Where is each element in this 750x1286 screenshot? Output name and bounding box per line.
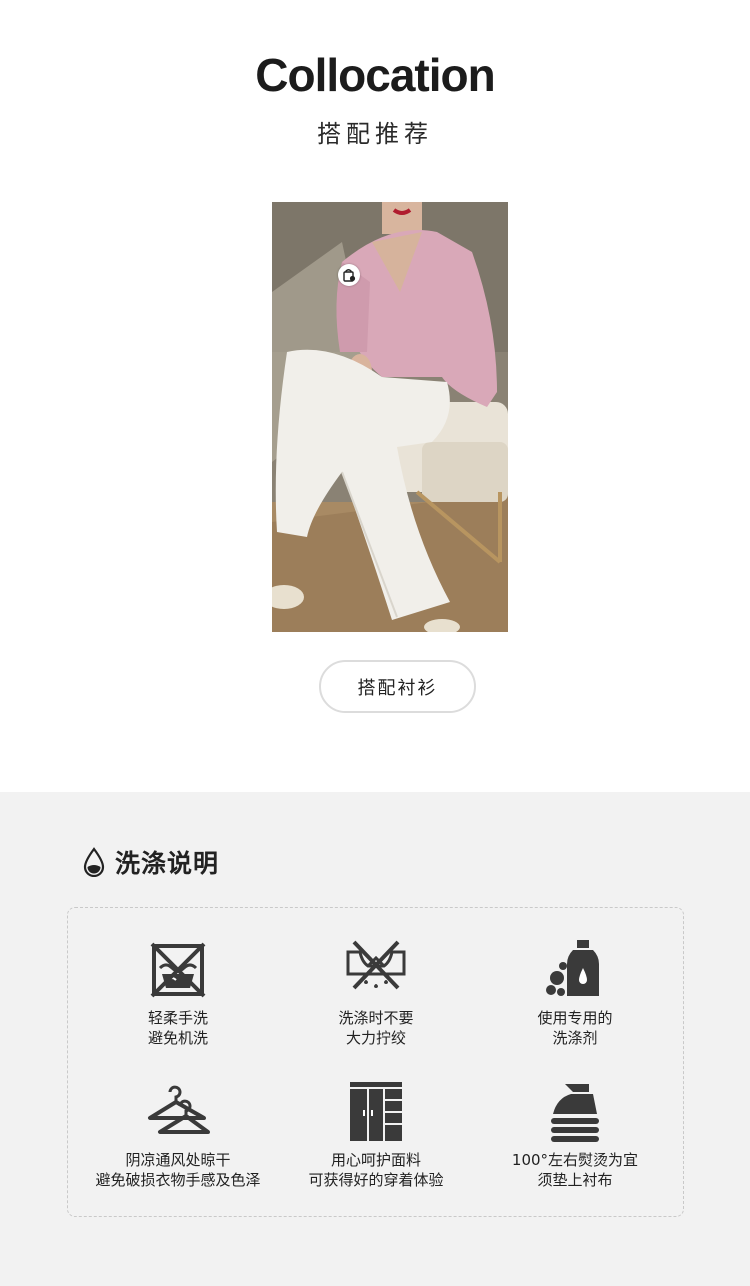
wash-instructions-section: 洗涤说明 轻柔手洗 避免机洗 洗涤时不要 大力拧绞 使用专用的 洗涤剂 阴凉通风… [0, 792, 750, 1286]
match-shirt-button[interactable]: 搭配衬衫 [319, 660, 476, 713]
wash-item-care: 用心呵护面料 可获得好的穿着体验 [276, 1080, 476, 1190]
wash-item-iron: 100°左右熨烫为宜 须垫上衬布 [475, 1080, 675, 1190]
wash-item-line1: 轻柔手洗 [147, 1009, 208, 1027]
water-drop-icon [83, 847, 105, 877]
wash-item-line2: 大力拧绞 [345, 1029, 406, 1047]
wash-card: 轻柔手洗 避免机洗 洗涤时不要 大力拧绞 使用专用的 洗涤剂 阴凉通风处晾干 避… [67, 907, 684, 1217]
wash-item-hand-wash: 轻柔手洗 避免机洗 [78, 938, 278, 1048]
wash-header: 洗涤说明 [82, 844, 219, 880]
detergent-icon [546, 940, 599, 996]
hand-wash-icon [150, 942, 206, 998]
wash-item-line1: 用心呵护面料 [330, 1151, 421, 1169]
collocation-section: Collocation 搭配推荐 搭配衬衫 [0, 0, 750, 792]
wash-item-line2: 须垫上衬布 [537, 1171, 613, 1189]
wash-title: 洗涤说明 [115, 849, 220, 878]
wash-item-line1: 阴凉通风处晾干 [125, 1151, 231, 1169]
shopping-bag-icon[interactable] [338, 264, 360, 286]
hanger-icon [148, 1085, 210, 1134]
wardrobe-icon [350, 1082, 402, 1141]
wash-item-line1: 洗涤时不要 [338, 1009, 414, 1027]
no-wring-icon [346, 940, 406, 990]
wash-item-detergent: 使用专用的 洗涤剂 [475, 938, 675, 1048]
iron-icon [551, 1084, 599, 1142]
wash-item-line1: 使用专用的 [537, 1009, 613, 1027]
wash-item-line2: 避免机洗 [147, 1029, 208, 1047]
section-title-cn: 搭配推荐 [317, 120, 433, 148]
wash-item-hang-dry: 阴凉通风处晾干 避免破损衣物手感及色泽 [78, 1080, 278, 1190]
wash-item-line2: 可获得好的穿着体验 [308, 1171, 444, 1189]
section-title-en: Collocation [255, 49, 495, 101]
wash-item-no-wring: 洗涤时不要 大力拧绞 [276, 938, 476, 1048]
wash-item-line1: 100°左右熨烫为宜 [511, 1151, 639, 1169]
wash-item-line2: 避免破损衣物手感及色泽 [95, 1171, 261, 1189]
outfit-photo [272, 202, 508, 632]
wash-item-line2: 洗涤剂 [552, 1029, 598, 1047]
